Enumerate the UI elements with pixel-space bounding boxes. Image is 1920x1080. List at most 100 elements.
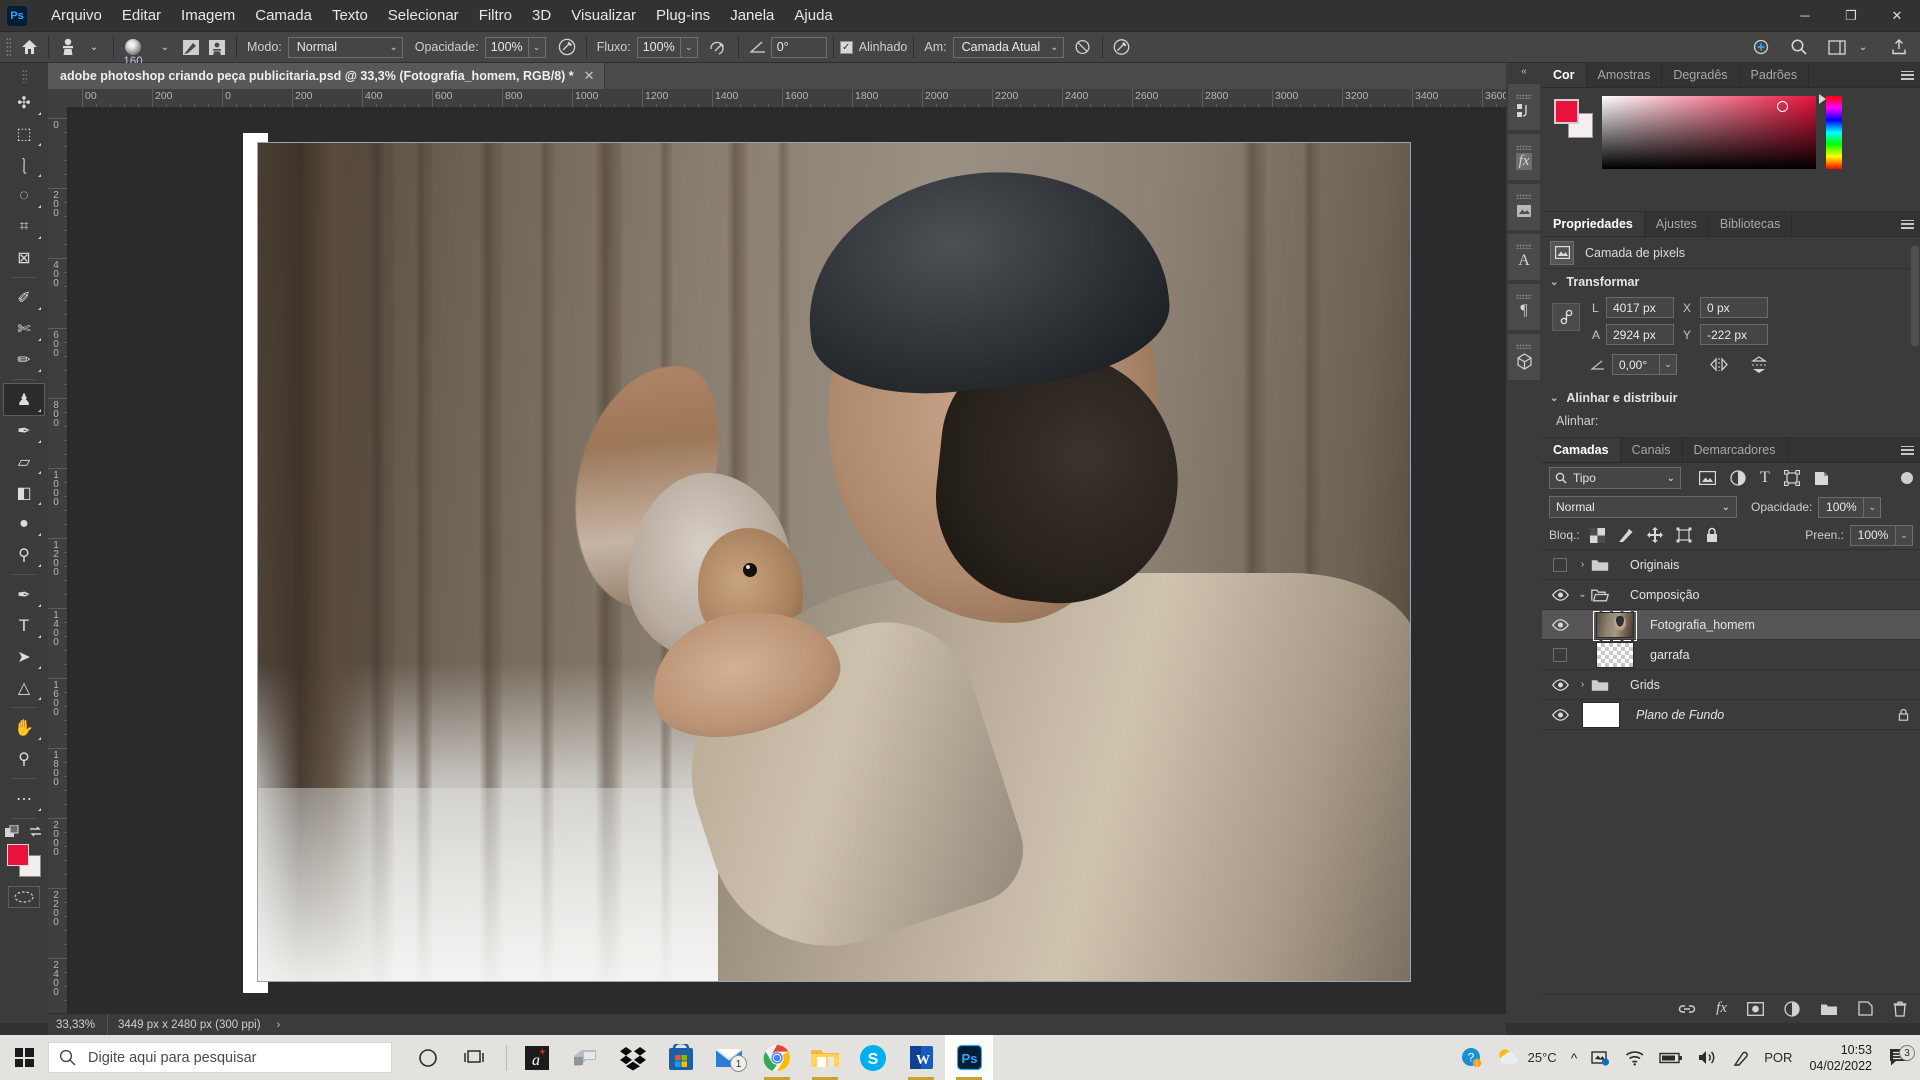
share-icon[interactable] <box>1748 35 1774 59</box>
clone-stamp-tool[interactable]: ♟ <box>3 383 45 416</box>
x-field[interactable]: 0 px <box>1700 297 1768 318</box>
options-bar-grip[interactable] <box>6 37 11 57</box>
filter-smart-object-icon[interactable] <box>1814 471 1829 486</box>
home-icon[interactable] <box>16 35 42 59</box>
opacity-stepper[interactable]: ⌄ <box>528 36 546 58</box>
lock-position-icon[interactable] <box>1646 527 1663 543</box>
height-field[interactable]: 2924 px <box>1606 324 1674 345</box>
document-tab[interactable]: adobe photoshop criando peça publicitari… <box>48 63 605 89</box>
filter-adjustment-icon[interactable] <box>1730 470 1746 486</box>
tab-cor[interactable]: Cor <box>1542 63 1587 87</box>
menu-item-editar[interactable]: Editar <box>112 3 171 28</box>
menu-item-janela[interactable]: Janela <box>720 3 784 28</box>
fax-scan-app[interactable] <box>561 1035 609 1080</box>
sample-select[interactable]: Camada Atual ⌄ <box>952 36 1064 58</box>
zoom-level-field[interactable]: 33,33% <box>48 1013 108 1036</box>
show-hidden-icons-icon[interactable]: ^ <box>1564 1050 1585 1066</box>
brush-preset-picker[interactable]: 160 <box>120 36 146 68</box>
close-button[interactable]: ✕ <box>1874 0 1920 32</box>
layer-row[interactable]: › Originais <box>1542 550 1920 580</box>
eraser-tool[interactable]: ▱ <box>4 446 44 477</box>
pressure-size-icon[interactable] <box>1109 35 1135 59</box>
history-brush-tool[interactable]: ✒ <box>4 415 44 446</box>
menu-item-3d[interactable]: 3D <box>522 3 561 28</box>
default-colors-icon[interactable] <box>5 825 20 839</box>
link-layers-icon[interactable] <box>1678 1002 1696 1016</box>
vertical-ruler[interactable]: 0 200 400 600 800 1000 1200 1400 1600 1800 2000 220… <box>48 108 68 1023</box>
link-aspect-ratio-icon[interactable] <box>1552 303 1580 331</box>
export-icon[interactable] <box>1886 35 1912 59</box>
color-panel-swatches[interactable] <box>1554 99 1596 141</box>
panel-menu-icon[interactable] <box>1894 212 1920 236</box>
adobe-photoshop-app[interactable]: Ps <box>945 1035 993 1080</box>
workspace-icon[interactable] <box>1824 35 1850 59</box>
task-view-icon[interactable] <box>452 1035 500 1080</box>
blur-tool[interactable]: ● <box>4 508 44 539</box>
aligned-checkbox[interactable]: ✓ Alinhado <box>839 40 907 54</box>
lasso-tool[interactable]: ⎱ <box>4 149 44 180</box>
wifi-icon[interactable] <box>1617 1049 1652 1066</box>
character-icon[interactable]: A <box>1508 234 1540 280</box>
action-center-icon[interactable]: 3 <box>1882 1045 1916 1067</box>
mail-app[interactable]: 1 <box>705 1035 753 1080</box>
frame-tool[interactable]: ⊠ <box>4 242 44 273</box>
filter-shape-icon[interactable] <box>1783 470 1800 486</box>
angle-field[interactable]: 0,00° <box>1612 354 1660 375</box>
angle-value[interactable]: 0° <box>770 36 827 58</box>
color-swatches[interactable] <box>6 844 42 878</box>
panel-menu-icon[interactable] <box>1894 63 1920 87</box>
lock-artboard-icon[interactable] <box>1676 527 1692 543</box>
tool-preset-chevron-icon[interactable]: ⌄ <box>81 35 107 59</box>
tab-ajustes[interactable]: Ajustes <box>1644 212 1709 236</box>
flip-vertical-icon[interactable] <box>1749 355 1769 374</box>
airbrush-icon[interactable] <box>706 35 732 59</box>
color-picker-cursor[interactable] <box>1777 101 1788 112</box>
angle-stepper[interactable]: ⌄ <box>1660 354 1677 375</box>
layer-opacity-field[interactable]: 100% <box>1818 496 1865 518</box>
menu-item-visualizar[interactable]: Visualizar <box>561 3 646 28</box>
properties-scrollbar[interactable] <box>1911 246 1919 346</box>
fill-stepper[interactable]: ⌄ <box>1896 524 1913 546</box>
3d-icon[interactable] <box>1508 334 1540 380</box>
fill-field[interactable]: 100% <box>1850 524 1896 546</box>
fx-icon[interactable]: fx <box>1508 134 1540 180</box>
clock[interactable]: 10:53 04/02/2022 <box>1799 1042 1882 1074</box>
tab-padr-es[interactable]: Padrões <box>1739 63 1810 87</box>
menu-item-filtro[interactable]: Filtro <box>469 3 522 28</box>
filter-type-text-icon[interactable]: T <box>1760 470 1770 486</box>
hue-slider[interactable] <box>1826 96 1842 169</box>
chevron-right-icon[interactable]: › <box>1578 559 1587 570</box>
new-adjustment-icon[interactable] <box>1784 1000 1800 1017</box>
man-feeding-squirrel-photo[interactable] <box>258 143 1410 981</box>
spot-healing-brush-tool[interactable]: ✄ <box>4 313 44 344</box>
layer-visibility-eye-icon[interactable] <box>1542 700 1578 730</box>
pressure-opacity-icon[interactable] <box>554 35 580 59</box>
y-field[interactable]: -222 px <box>1700 324 1768 345</box>
transform-section-header[interactable]: ⌄ Transformar <box>1542 269 1920 295</box>
menu-item-camada[interactable]: Camada <box>245 3 322 28</box>
pen-tool[interactable]: ✒ <box>4 579 44 610</box>
windows-start-icon[interactable] <box>0 1035 48 1080</box>
lock-all-icon[interactable] <box>1705 527 1719 543</box>
opacity-value[interactable]: 100% <box>484 36 529 58</box>
history-icon[interactable] <box>1508 84 1540 130</box>
volume-icon[interactable] <box>1690 1049 1725 1066</box>
width-field[interactable]: 4017 px <box>1606 297 1674 318</box>
flip-horizontal-icon[interactable] <box>1709 357 1729 372</box>
marquee-tool[interactable]: ⬚ <box>4 118 44 149</box>
shape-tool[interactable]: △ <box>4 672 44 703</box>
help-question-icon[interactable]: ? i <box>1454 1047 1489 1068</box>
menu-item-ajuda[interactable]: Ajuda <box>784 3 842 28</box>
flow-stepper[interactable]: ⌄ <box>680 36 698 58</box>
layer-visibility-eye-icon[interactable] <box>1542 580 1578 610</box>
layer-visibility-eye-icon[interactable] <box>1542 610 1578 640</box>
microsoft-store-app[interactable] <box>657 1035 705 1080</box>
layer-thumbnail[interactable] <box>1578 701 1624 728</box>
windows-ink-icon[interactable] <box>1725 1049 1757 1067</box>
layer-opacity-stepper[interactable]: ⌄ <box>1864 496 1882 518</box>
menu-item-plug-ins[interactable]: Plug-ins <box>646 3 720 28</box>
eyedropper-tool[interactable]: ✐ <box>4 282 44 313</box>
tools-panel-grip[interactable] <box>21 69 27 83</box>
quick-mask-icon[interactable] <box>8 886 40 908</box>
layer-visibility-eye-icon[interactable] <box>1542 670 1578 700</box>
